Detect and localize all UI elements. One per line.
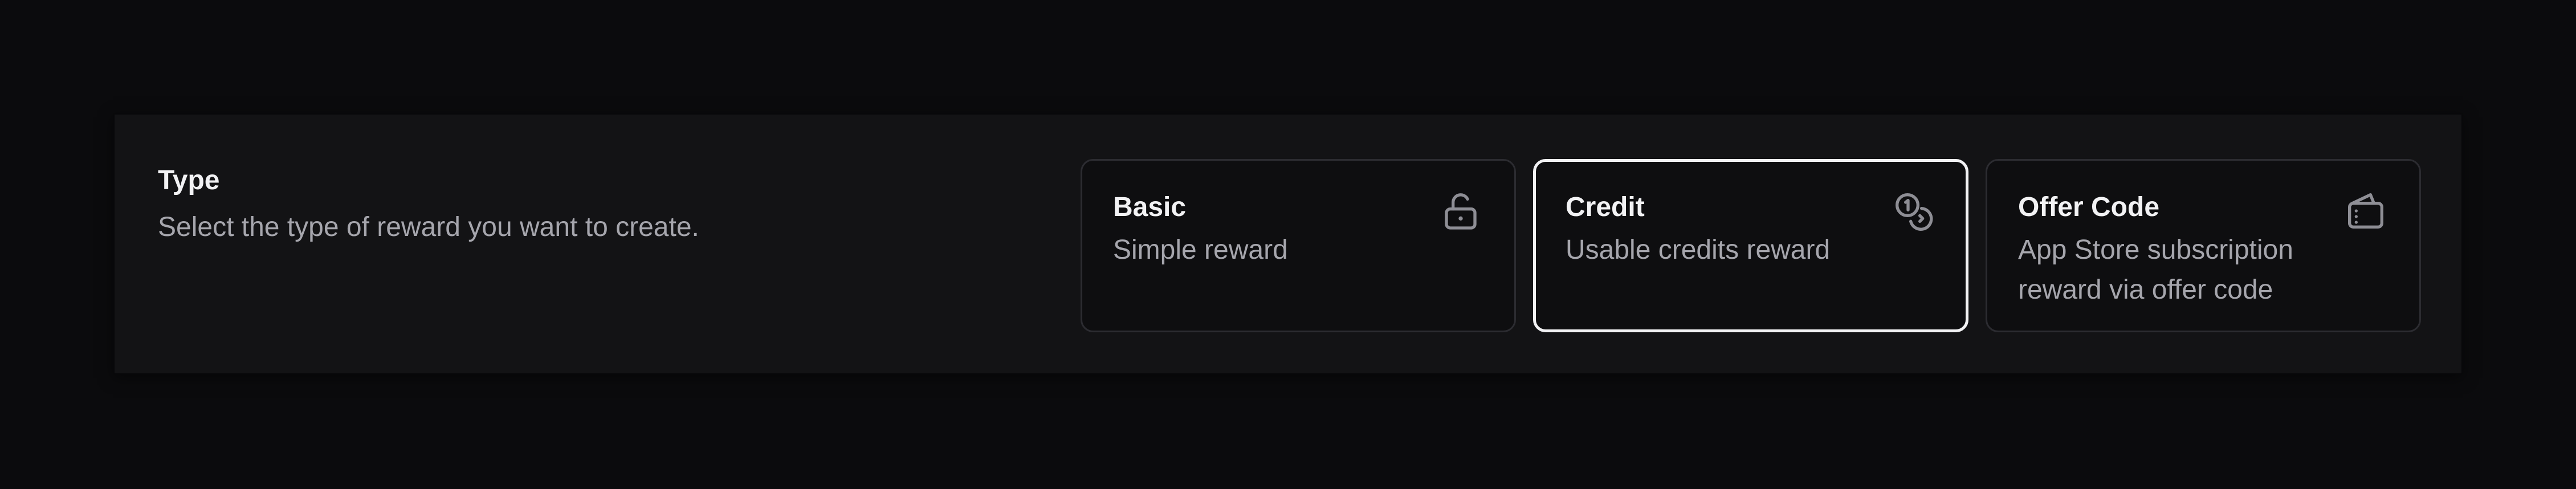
unlock-icon — [1438, 188, 1483, 234]
option-credit-title: Credit — [1566, 192, 1645, 222]
reward-type-panel: Type Select the type of reward you want … — [113, 113, 2463, 374]
section-description: Select the type of reward you want to cr… — [158, 212, 699, 242]
option-credit-description: Usable credits reward — [1566, 235, 1831, 265]
option-offer-code-title: Offer Code — [2018, 192, 2160, 222]
option-basic-description: Simple reward — [1113, 235, 1288, 265]
option-basic-card[interactable]: Basic Simple reward — [1081, 159, 1516, 332]
coins-icon — [1890, 188, 1936, 234]
section-title: Type — [158, 165, 220, 195]
wallet-icon — [2343, 188, 2388, 234]
option-credit-card[interactable]: Credit Usable credits reward — [1533, 159, 1968, 332]
reward-type-options: Basic Simple reward Credit Usable credit… — [1081, 159, 2421, 332]
option-basic-title: Basic — [1113, 192, 1187, 222]
option-offer-code-card[interactable]: Offer Code App Store subscription reward… — [1986, 159, 2421, 332]
option-offer-code-description: App Store subscription reward via offer … — [2018, 235, 2293, 305]
